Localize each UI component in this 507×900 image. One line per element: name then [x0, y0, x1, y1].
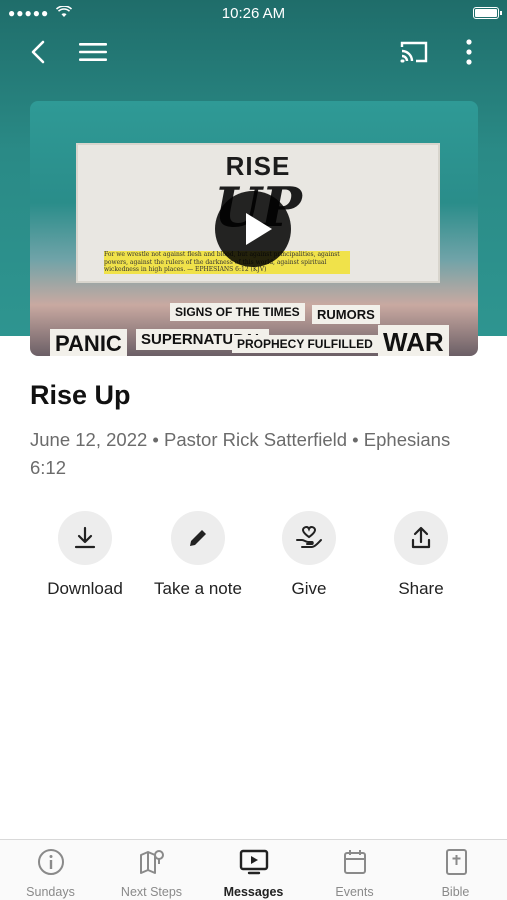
give-label: Give	[291, 579, 327, 598]
download-icon	[58, 511, 112, 565]
more-vertical-icon	[466, 39, 472, 65]
artwork-clipping: WAR	[378, 325, 449, 356]
status-time: 10:26 AM	[221, 5, 286, 22]
artwork-clipping: PROPHECY FULFILLED	[232, 335, 378, 353]
take-a-note-button[interactable]: Take a note	[143, 511, 253, 599]
hamburger-icon	[79, 43, 107, 61]
tab-label: Bible	[441, 885, 470, 899]
cast-icon	[400, 41, 428, 63]
map-pin-icon	[139, 850, 164, 874]
tab-events[interactable]: Events	[304, 848, 405, 899]
info-circle-icon	[37, 849, 64, 875]
artwork-clipping: PANIC	[50, 329, 127, 356]
take-a-note-label: Take a note	[154, 579, 242, 598]
chevron-left-icon	[31, 40, 45, 64]
tab-label: Messages	[223, 885, 284, 899]
give-heart-hand-icon	[282, 511, 336, 565]
tab-label: Sundays	[26, 885, 75, 899]
download-button[interactable]: Download	[30, 511, 140, 599]
download-label: Download	[47, 579, 123, 598]
bible-icon	[445, 849, 467, 875]
tab-sundays[interactable]: Sundays	[0, 848, 101, 899]
message-meta: June 12, 2022 • Pastor Rick Satterfield …	[30, 429, 451, 478]
bottom-tab-bar: Sundays Next Steps Messages Events Bible	[0, 839, 507, 900]
share-icon	[394, 511, 448, 565]
give-button[interactable]: Give	[254, 511, 364, 599]
tab-label: Next Steps	[120, 885, 183, 899]
menu-button[interactable]	[75, 34, 111, 70]
share-label: Share	[398, 579, 444, 598]
tab-messages[interactable]: Messages	[203, 848, 304, 899]
cast-button[interactable]	[396, 34, 432, 70]
tab-bible[interactable]: Bible	[405, 848, 506, 899]
battery-icon	[473, 7, 502, 19]
pencil-icon	[171, 511, 225, 565]
share-button[interactable]: Share	[366, 511, 476, 599]
message-title: Rise Up	[30, 380, 131, 410]
artwork-clipping: SIGNS OF THE TIMES	[170, 303, 305, 321]
tab-next-steps[interactable]: Next Steps	[101, 848, 202, 899]
play-screen-icon	[239, 849, 268, 875]
artwork-clipping: RUMORS	[312, 305, 380, 324]
back-button[interactable]	[20, 34, 56, 70]
sermon-video-thumbnail[interactable]: RISE UP For we wrestle not against flesh…	[30, 101, 478, 356]
more-options-button[interactable]	[451, 34, 487, 70]
top-navigation	[0, 34, 507, 70]
calendar-icon	[343, 850, 366, 874]
status-bar: ●●●●● 10:26 AM	[0, 0, 507, 28]
play-button[interactable]	[215, 191, 291, 267]
tab-label: Events	[335, 885, 374, 899]
